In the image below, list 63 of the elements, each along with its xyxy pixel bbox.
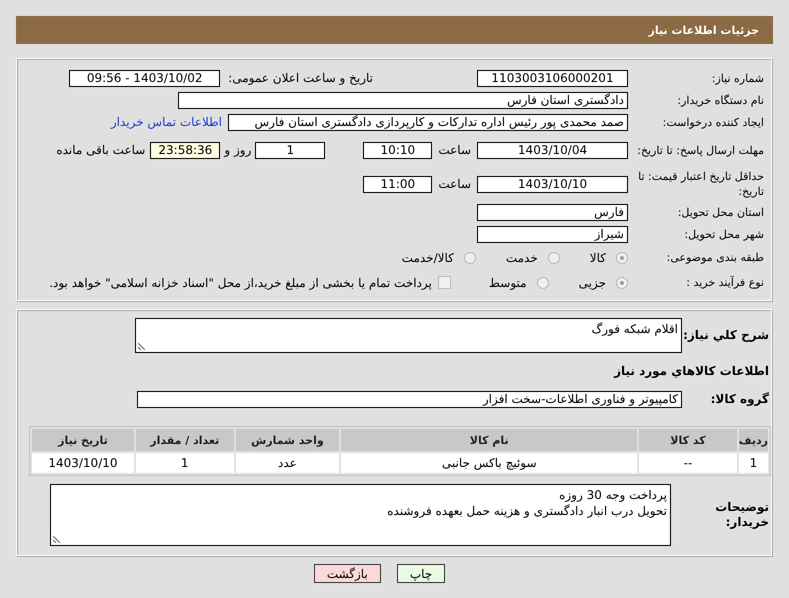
date-field: 1403/10/10 — [477, 176, 628, 192]
city-field: شیراز — [477, 226, 628, 242]
page-title-bar: جزئیات اطلاعات نیاز — [16, 16, 773, 44]
column-header: تاریخ نیاز — [32, 429, 134, 451]
column-header: تعداد / مقدار — [136, 429, 234, 451]
field-label: شماره نیاز: — [710, 70, 764, 86]
column-header: ردیف — [738, 429, 768, 451]
table-cell: 1 — [738, 453, 768, 473]
time-field: 10:10 — [363, 142, 432, 158]
field-label: توضیحات خریدار: — [714, 500, 769, 530]
column-header: واحد شمارش — [236, 429, 340, 451]
buyer-org-field: دادگستری استان فارس — [178, 92, 628, 108]
checkbox[interactable] — [438, 276, 451, 289]
field-label: حداقل تاریخ اعتبار قیمت: تا تاریخ: — [637, 169, 764, 199]
field-label: ایجاد کننده درخواست: — [662, 114, 764, 130]
date-field: 1403/10/04 — [477, 142, 628, 158]
table-cell: 1 — [136, 453, 234, 473]
field-label: ساعت — [438, 177, 471, 191]
field-label: روز و — [224, 143, 252, 157]
radio-label: خدمت — [506, 250, 538, 264]
need-number-field: 1103003106000201 — [477, 70, 628, 86]
time-field: 11:00 — [363, 176, 432, 192]
field-label: طبقه بندی موضوعی: — [666, 250, 764, 265]
description-field: اقلام شبکه فورگ — [135, 318, 682, 353]
print-button[interactable]: چاپ — [396, 564, 446, 583]
resize-grip-icon[interactable] — [53, 535, 61, 543]
section-heading: اطلاعات کالاهاي مورد نیاز — [612, 363, 769, 380]
radio-button[interactable] — [616, 252, 628, 264]
field-label: نوع فرآیند خرید : — [685, 275, 764, 290]
checkbox-label: پرداخت تمام یا بخشی از مبلغ خرید،از محل "اسناد خزانه اسلامی" خواهد بود. — [49, 276, 432, 290]
radio-button[interactable] — [616, 276, 628, 288]
radio-label: کالا/خدمت — [402, 250, 454, 264]
back-button[interactable]: بازگشت — [314, 564, 381, 583]
resize-grip-icon[interactable] — [138, 342, 146, 350]
table-cell: سوئیچ باکس جانبی — [341, 453, 638, 473]
radio-label: جزیی — [578, 276, 606, 290]
goods-group-field: کامپیوتر و فناوری اطلاعات-سخت افزار — [137, 390, 682, 408]
field-label: گروه کالا: — [710, 392, 769, 406]
column-header: نام کالا — [341, 429, 638, 451]
radio-button[interactable] — [548, 252, 560, 264]
column-header: کد کالا — [639, 429, 737, 451]
radio-button[interactable] — [464, 252, 476, 264]
announce-date-field: 1403/10/02 - 09:56 — [69, 70, 220, 86]
field-label: شهر محل تحویل: — [683, 226, 764, 242]
requester-field: صمد محمدی پور رئیس اداره تدارکات و کارپردازی دادگستری استان فارس — [228, 114, 628, 130]
field-label: استان محل تحویل: — [676, 204, 764, 220]
radio-button[interactable] — [536, 276, 549, 288]
table-cell: 1403/10/10 — [32, 453, 134, 473]
field-label: نام دستگاه خریدار: — [676, 92, 764, 108]
radio-label: متوسط — [488, 276, 527, 290]
days-field: 1 — [255, 142, 326, 158]
field-label: ساعت باقی مانده — [56, 143, 146, 157]
table-cell: عدد — [236, 453, 340, 473]
field-label: ساعت — [438, 143, 471, 157]
radio-label: کالا — [590, 250, 606, 264]
field-label: تاریخ و ساعت اعلان عمومی: — [228, 71, 373, 85]
table-cell: -- — [639, 453, 737, 473]
field-label: مهلت ارسال پاسخ: تا تاریخ: — [636, 142, 764, 158]
buyer-contact-link[interactable]: اطلاعات تماس خریدار — [110, 115, 222, 129]
province-field: فارس — [477, 204, 628, 220]
buyer-notes-field: پرداخت وجه 30 روزه تحویل درب انبار دادگستری و هزینه حمل بعهده فروشنده — [50, 484, 671, 546]
remaining-time-field: 23:58:36 — [150, 142, 220, 158]
field-label: شرح کلي نیاز: — [682, 327, 769, 343]
